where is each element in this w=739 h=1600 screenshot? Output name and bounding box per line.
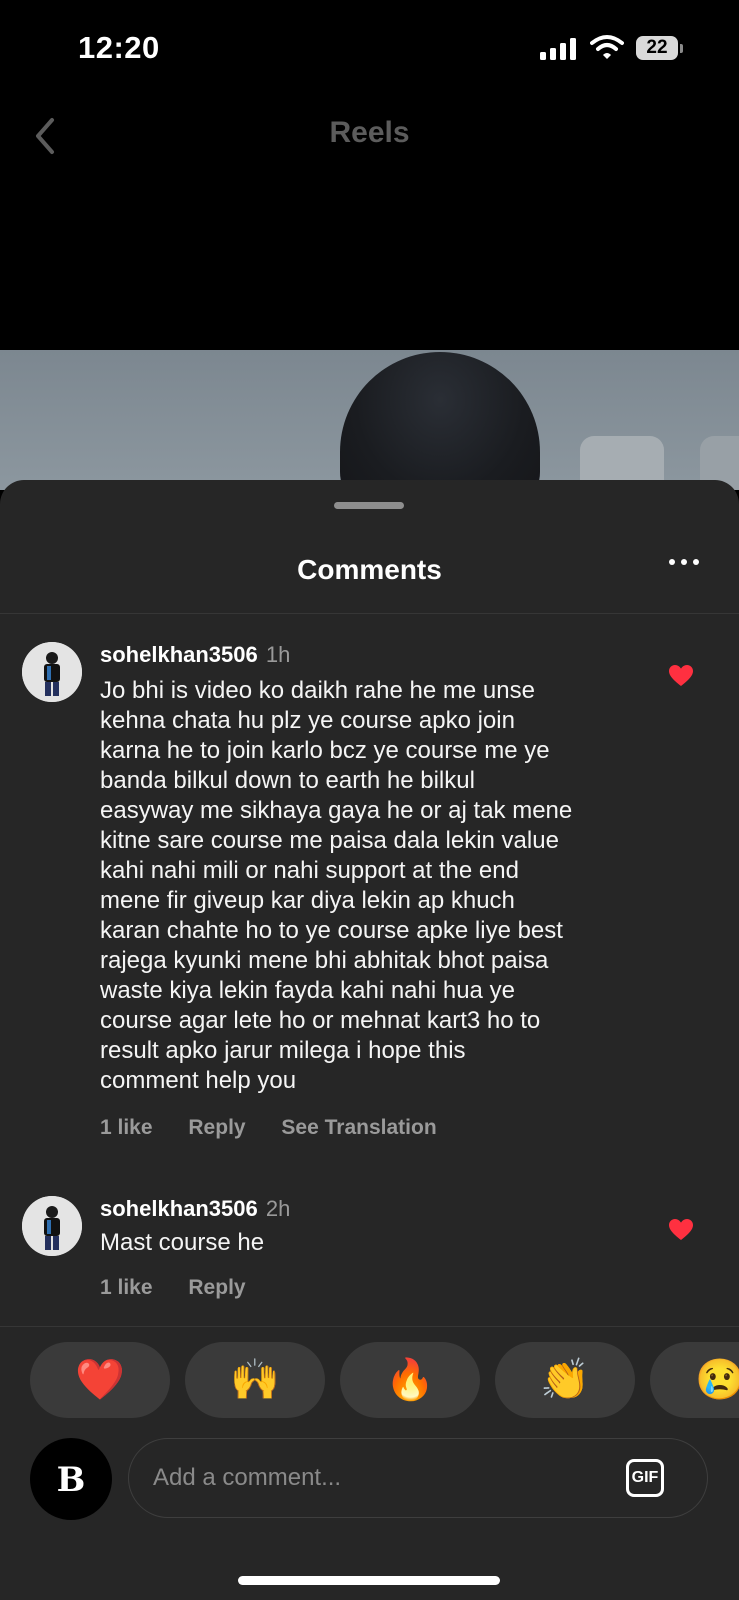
battery-level: 22 xyxy=(636,36,678,60)
sheet-title: Comments xyxy=(297,554,442,585)
divider xyxy=(0,613,739,614)
comment-text-line: karan chahte ho to ye course apke liye b… xyxy=(100,917,563,944)
battery-tip xyxy=(680,44,683,53)
page-title: Reels xyxy=(329,116,410,149)
reply-button[interactable]: Reply xyxy=(188,1116,245,1139)
comment-timestamp: 2h xyxy=(265,1196,291,1221)
comment-header: sohelkhan3506 1h xyxy=(100,642,290,668)
see-translation-button[interactable]: See Translation xyxy=(281,1116,436,1139)
comment-text-line: Jo bhi is video ko daikh rahe he me unse xyxy=(100,677,535,704)
status-bar: 12:20 22 xyxy=(0,0,739,100)
quick-reactions-bar: ❤️ 🙌 🔥 👏 😢 xyxy=(30,1342,739,1418)
reply-button[interactable]: Reply xyxy=(188,1276,245,1299)
comment-header: sohelkhan3506 2h xyxy=(100,1196,290,1222)
avatar-image xyxy=(22,642,82,702)
comment-text-line: kitne sare course me paisa dala lekin va… xyxy=(100,827,559,854)
reaction-raised-hands-button[interactable]: 🙌 xyxy=(185,1342,325,1418)
comment-text-line: kahi nahi mili or nahi support at the en… xyxy=(100,857,519,884)
comment-username[interactable]: sohelkhan3506 xyxy=(100,1196,258,1221)
comment-text-line: banda bilkul down to earth he bilkul xyxy=(100,767,475,794)
comment-text-line: easyway me sikhaya gaya he or aj tak men… xyxy=(100,797,573,824)
comment-text-line: rajega kyunki mene bhi abhitak bhot pais… xyxy=(100,947,549,974)
comment-text-line: mene fir giveup kar diya lekin ap khuch xyxy=(100,887,515,914)
gif-button[interactable]: GIF xyxy=(626,1459,664,1497)
composer-avatar[interactable]: B xyxy=(30,1438,112,1520)
divider xyxy=(0,1326,739,1327)
comment-text: Jo bhi is video ko daikh rahe he me unse… xyxy=(100,676,660,1096)
status-time: 12:20 xyxy=(78,30,160,65)
avatar[interactable] xyxy=(22,642,82,702)
comment-text-line: kehna chata hu plz ye course apko join xyxy=(100,707,515,734)
comments-sheet: Comments sohelkhan3506 1h Jo bhi is vide… xyxy=(0,480,739,1600)
comment-input[interactable] xyxy=(151,1457,585,1499)
avatar[interactable] xyxy=(22,1196,82,1256)
composer-avatar-logo: B xyxy=(56,1460,86,1500)
likes-count[interactable]: 1 like xyxy=(100,1276,153,1299)
reaction-heart-button[interactable]: ❤️ xyxy=(30,1342,170,1418)
more-options-icon[interactable] xyxy=(664,548,704,576)
sheet-grabber[interactable] xyxy=(334,502,404,509)
comment-composer[interactable]: GIF xyxy=(128,1438,708,1518)
comment-text-line: waste kiya lekin fayda kahi nahi hua ye xyxy=(100,977,515,1004)
comment-timestamp: 1h xyxy=(265,642,291,667)
comment-actions: 1 like Reply xyxy=(100,1276,276,1300)
likes-count[interactable]: 1 like xyxy=(100,1116,153,1139)
wifi-icon xyxy=(590,35,624,59)
comment-text-line: result apko jarur milega i hope this xyxy=(100,1037,466,1064)
comment-text: Mast course he xyxy=(100,1229,265,1256)
comment-text-line: comment help you xyxy=(100,1067,297,1094)
liked-heart-icon[interactable] xyxy=(668,1218,694,1242)
cellular-signal-icon xyxy=(540,38,576,60)
home-indicator[interactable] xyxy=(238,1576,500,1585)
comment-text-line: course agar lete ho or mehnat kart3 ho t… xyxy=(100,1007,541,1034)
comment-text-line: karna he to join karlo bcz ye course me … xyxy=(100,737,550,764)
reaction-clap-button[interactable]: 👏 xyxy=(495,1342,635,1418)
nav-bar: Reels xyxy=(0,100,739,172)
comment-actions: 1 like Reply See Translation xyxy=(100,1116,467,1140)
avatar-image xyxy=(22,1196,82,1256)
liked-heart-icon[interactable] xyxy=(668,664,694,688)
person-hair xyxy=(340,352,540,490)
reaction-fire-button[interactable]: 🔥 xyxy=(340,1342,480,1418)
reaction-crying-button[interactable]: 😢 xyxy=(650,1342,739,1418)
battery-icon: 22 xyxy=(636,36,686,62)
comment-username[interactable]: sohelkhan3506 xyxy=(100,642,258,667)
reel-video-preview[interactable] xyxy=(0,350,739,490)
